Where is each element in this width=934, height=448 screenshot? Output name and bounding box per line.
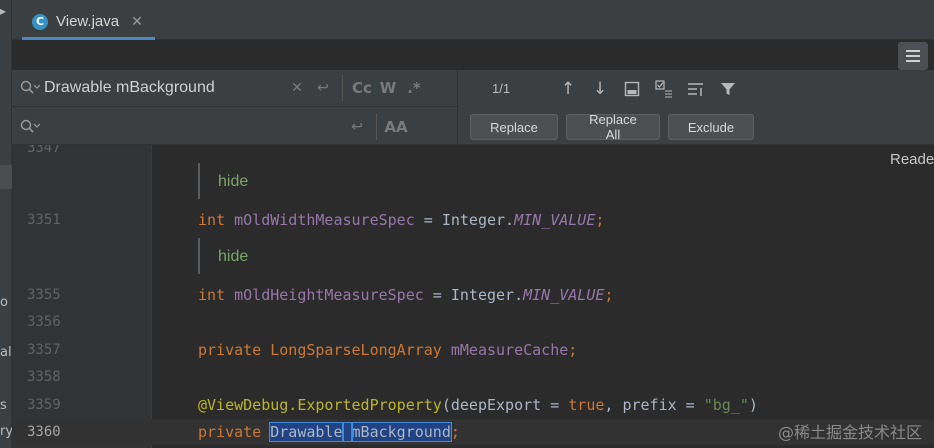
divider — [342, 75, 343, 101]
line-number: 3356 — [27, 314, 61, 330]
exclude-button[interactable]: Exclude — [668, 114, 754, 140]
code-token: MIN_VALUE — [514, 211, 596, 229]
code-token: int — [198, 211, 235, 229]
line-number: 3360 — [27, 424, 61, 440]
search-match-highlight: mBackground — [350, 422, 452, 442]
project-panel-edge: ▸ o al s ry — [0, 0, 13, 448]
code-line[interactable]: 3355 int mOldHeightMeasureSpec = Integer… — [12, 282, 934, 308]
new-line-icon[interactable]: ↩ — [310, 80, 336, 96]
replace-all-button[interactable]: Replace All — [566, 112, 660, 142]
line-number: 3359 — [27, 397, 61, 413]
code-line[interactable]: 3351 int mOldWidthMeasureSpec = Integer.… — [12, 207, 934, 233]
search-input[interactable] — [44, 79, 284, 97]
clear-search-icon[interactable]: ✕ — [284, 80, 310, 96]
line-number: 3357 — [27, 342, 61, 358]
editor-tab-bar: C View.java ✕ — [12, 0, 934, 40]
code-token: private — [198, 423, 271, 441]
preserve-case-icon[interactable]: AA — [383, 118, 409, 136]
code-token: true — [568, 396, 605, 414]
search-toolbar: 1/1 ↑ ↓ — [492, 70, 744, 107]
line-number: 3347 — [27, 145, 61, 156]
project-panel-fragment: al — [0, 345, 12, 360]
code-token: int — [198, 286, 235, 304]
code-line[interactable]: 3347 — [12, 145, 934, 161]
code-text: private Drawable mBackground; — [198, 419, 460, 445]
rendered-doc-line[interactable]: hide — [12, 169, 934, 195]
new-line-icon[interactable]: ↩ — [344, 119, 370, 135]
code-editor[interactable]: Reade 3347 hide 3351 int mOldWidthMeasur… — [12, 145, 934, 448]
code-line[interactable]: 3356 — [12, 309, 934, 335]
next-occurrence-icon[interactable]: ↓ — [584, 79, 616, 99]
filter-icon[interactable] — [712, 81, 744, 97]
code-text: int mOldWidthMeasureSpec = Integer.MIN_V… — [198, 207, 604, 233]
close-icon[interactable]: ✕ — [131, 14, 143, 30]
project-panel-fragment: o — [0, 295, 8, 310]
replace-row: ↩ AA — [12, 108, 457, 145]
code-text: int mOldHeightMeasureSpec = Integer.MIN_… — [198, 282, 613, 308]
code-token: , prefix = — [604, 396, 704, 414]
tab-title: View.java — [56, 13, 120, 30]
divider — [457, 70, 458, 145]
previous-occurrence-icon[interactable]: ↑ — [552, 79, 584, 99]
whole-words-icon[interactable]: W — [375, 79, 401, 97]
code-line[interactable]: 3358 — [12, 364, 934, 390]
code-text: private LongSparseLongArray mMeasureCach… — [198, 337, 577, 363]
replace-buttons: Replace Replace All Exclude — [470, 112, 754, 142]
rendered-doc-text: hide — [218, 248, 249, 265]
code-token: ; — [450, 423, 460, 441]
replace-input[interactable] — [44, 117, 284, 136]
code-token: mOldWidthMeasureSpec — [234, 211, 415, 229]
code-token: (deepExport = — [441, 396, 569, 414]
match-case-icon[interactable]: Cc — [349, 79, 375, 97]
code-token: ) — [748, 396, 758, 414]
search-match-highlight: Drawable — [269, 422, 344, 442]
code-token: LongSparseLongArray — [270, 341, 451, 359]
code-token: mOldHeightMeasureSpec — [234, 286, 424, 304]
code-line[interactable]: 3357 private LongSparseLongArray mMeasur… — [12, 337, 934, 363]
rendered-doc-line[interactable]: hide — [12, 244, 934, 270]
match-count: 1/1 — [492, 81, 511, 96]
code-token: mMeasureCache — [450, 341, 569, 359]
project-panel-fragment: s — [0, 398, 7, 413]
replace-button[interactable]: Replace — [470, 114, 558, 140]
hamburger-menu-icon[interactable] — [898, 42, 928, 70]
line-number: 3358 — [27, 369, 61, 385]
divider — [376, 113, 377, 140]
line-number: 3351 — [27, 212, 61, 228]
project-panel-selection — [0, 165, 12, 189]
code-token: = Integer. — [423, 286, 524, 304]
watermark: @稀土掘金技术社区 — [778, 423, 923, 442]
code-token: = Integer. — [414, 211, 515, 229]
rendered-doc-text: hide — [218, 173, 249, 190]
code-token: private — [198, 341, 271, 359]
java-class-icon: C — [32, 13, 48, 30]
code-token: @ViewDebug. — [198, 396, 298, 414]
code-token: ; — [568, 341, 578, 359]
find-replace-panel: ✕ ↩ Cc W .* ↩ AA 1/1 ↑ ↓ Replace — [12, 70, 934, 145]
select-all-occurrences-icon[interactable] — [616, 81, 648, 97]
code-token: ; — [604, 286, 614, 304]
find-row: ✕ ↩ Cc W .* — [12, 70, 457, 107]
code-token: ; — [595, 211, 605, 229]
panel-arrow-icon[interactable]: ▸ — [0, 4, 6, 18]
code-token: "bg_" — [703, 396, 749, 414]
code-token: ExportedProperty — [297, 396, 442, 414]
regex-icon[interactable]: .* — [401, 79, 427, 97]
search-match-highlight — [341, 422, 353, 442]
code-line[interactable]: 3359 @ViewDebug.ExportedProperty(deepExp… — [12, 392, 934, 418]
search-history-icon[interactable] — [20, 80, 44, 96]
open-in-window-icon[interactable] — [680, 81, 712, 97]
tab-view-java[interactable]: C View.java ✕ — [22, 6, 155, 40]
replace-history-icon[interactable] — [20, 119, 44, 135]
code-token: MIN_VALUE — [523, 286, 605, 304]
line-number: 3355 — [27, 287, 61, 303]
code-text: @ViewDebug.ExportedProperty(deepExport =… — [198, 392, 758, 418]
filter-search-results-icon[interactable] — [648, 79, 680, 98]
